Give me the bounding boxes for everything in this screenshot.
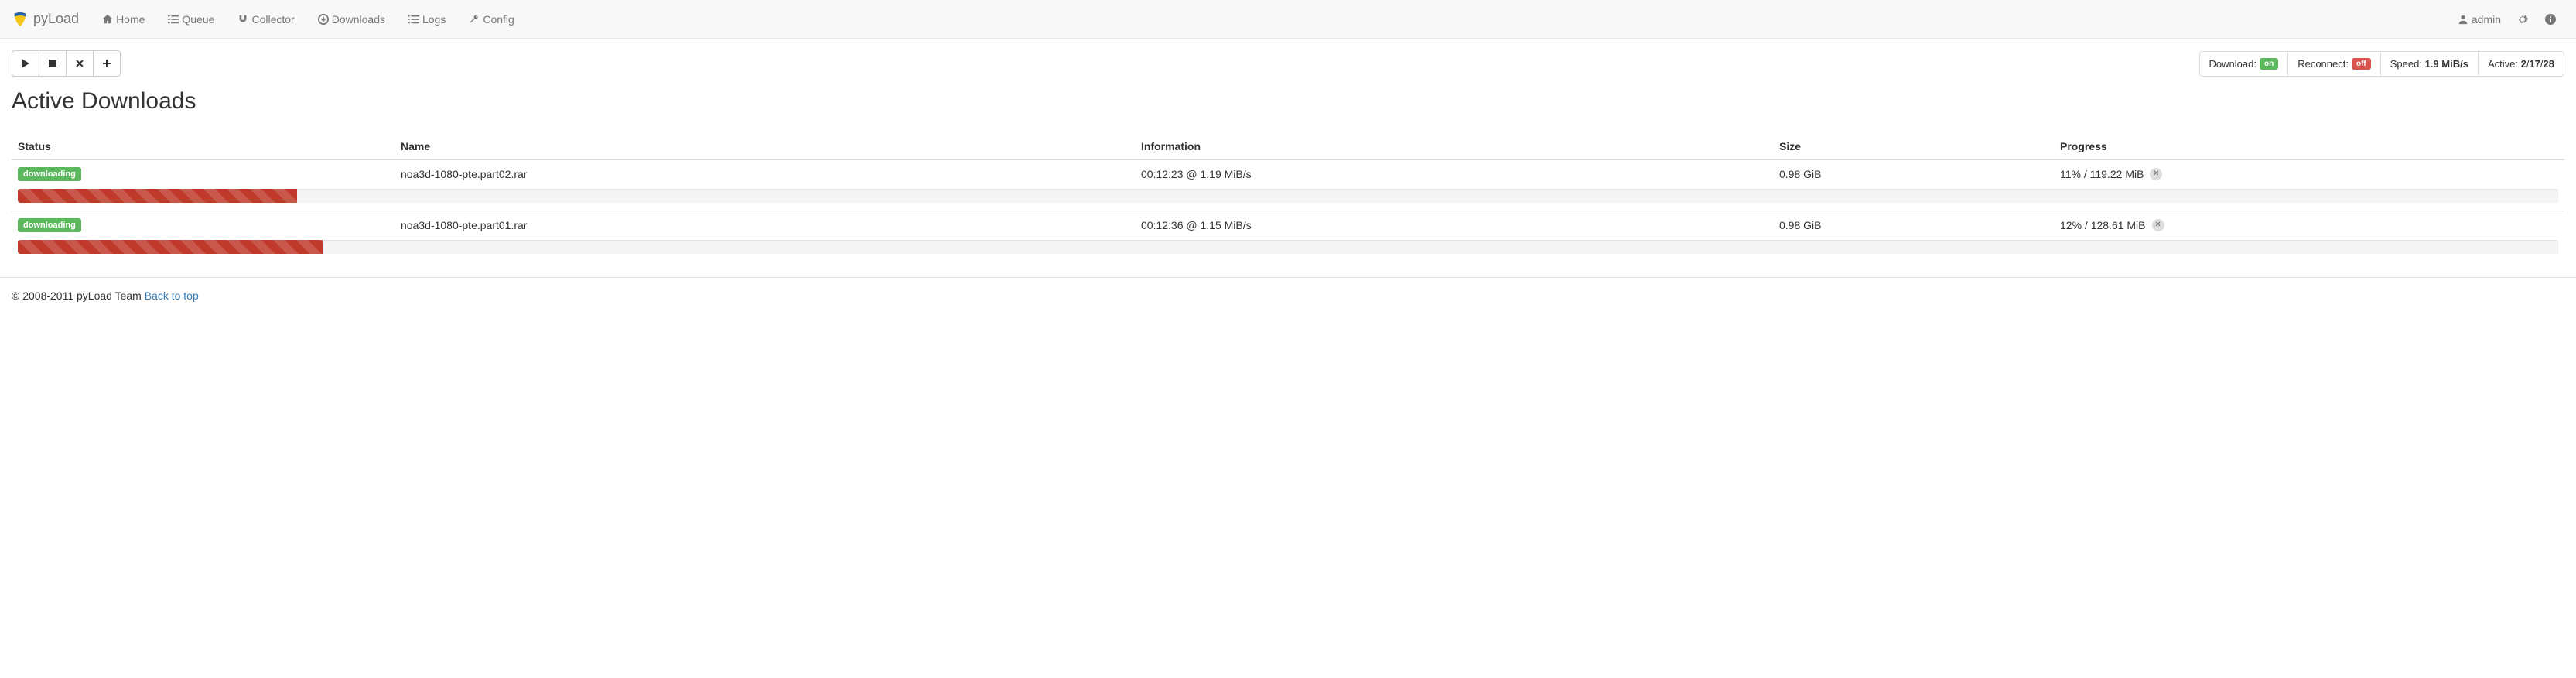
active-status: Active: 2 / 17 / 28 [2479,51,2564,77]
play-button[interactable] [12,50,39,77]
download-progress-text: 12% / 128.61 MiB [2060,219,2146,231]
brand-link[interactable]: pyLoad [12,11,91,28]
play-icon [22,59,29,68]
list-icon [168,14,179,25]
status-badge: downloading [18,218,81,232]
settings-button[interactable] [2509,2,2537,37]
add-button[interactable] [93,50,121,77]
cancel-button[interactable] [66,50,94,77]
nav-logs[interactable]: Logs [397,2,457,37]
col-status: Status [12,134,395,159]
nav-home[interactable]: Home [91,2,156,37]
cancel-download-icon[interactable]: ✕ [2150,168,2162,180]
nav-config[interactable]: Config [457,2,525,37]
nav-queue-label: Queue [182,13,214,26]
nav-downloads-label: Downloads [332,13,385,26]
download-icon [318,14,329,25]
footer-copyright: © 2008-2011 pyLoad Team [12,289,145,302]
progress-bar [18,189,2558,203]
downloads-table: Status Name Information Size Progress do… [12,134,2564,262]
user-menu[interactable]: admin [2450,2,2509,37]
info-button[interactable] [2537,2,2564,37]
table-row: downloading noa3d-1080-pte.part01.rar00:1… [12,211,2564,239]
active-label: Active: [2488,58,2518,70]
download-size: 0.98 GiB [1773,211,2054,239]
nav-logs-label: Logs [422,13,446,26]
nav-collector-label: Collector [251,13,294,26]
progress-bar-fill [18,240,323,254]
nav-downloads[interactable]: Downloads [306,2,397,37]
progress-bar-row [12,187,2564,211]
download-progress-text: 11% / 119.22 MiB [2060,168,2144,180]
control-button-group [12,50,121,77]
download-name: noa3d-1080-pte.part01.rar [395,211,1135,239]
logs-icon [408,14,419,25]
table-row: downloading noa3d-1080-pte.part02.rar00:1… [12,159,2564,187]
download-info: 00:12:23 @ 1.19 MiB/s [1135,159,1773,187]
download-name: noa3d-1080-pte.part02.rar [395,159,1135,187]
active-total: 17 [2529,58,2540,70]
stop-button[interactable] [39,50,67,77]
back-to-top-link[interactable]: Back to top [145,289,199,302]
nav-right: admin [2450,2,2564,37]
home-icon [102,14,113,25]
status-boxes: Download: on Reconnect: off Speed: 1.9 M… [2199,51,2564,77]
download-info: 00:12:36 @ 1.15 MiB/s [1135,211,1773,239]
download-status-badge: on [2260,58,2278,70]
col-information: Information [1135,134,1773,159]
nav-home-label: Home [116,13,145,26]
reconnect-status-label: Reconnect: [2298,58,2349,70]
user-icon [2458,14,2468,25]
magnet-icon [237,14,248,25]
download-status-label: Download: [2209,58,2257,70]
nav-queue[interactable]: Queue [156,2,226,37]
stop-icon [49,60,56,67]
col-progress: Progress [2054,134,2564,159]
speed-value: 1.9 MiB/s [2425,58,2468,70]
toolbar-row: Download: on Reconnect: off Speed: 1.9 M… [0,39,2576,88]
nav-links: Home Queue Collector Downloads Logs Conf… [91,2,2450,37]
status-badge: downloading [18,167,81,181]
reconnect-status-badge: off [2352,58,2371,70]
reconnect-status[interactable]: Reconnect: off [2288,51,2381,77]
speed-label: Speed: [2390,58,2422,70]
cancel-download-icon[interactable]: ✕ [2152,219,2164,231]
user-label: admin [2472,13,2501,26]
download-size: 0.98 GiB [1773,159,2054,187]
info-icon [2544,13,2557,26]
active-current: 2 [2521,58,2526,70]
footer: © 2008-2011 pyLoad Team Back to top [0,277,2576,313]
pyload-logo-icon [12,11,29,28]
col-size: Size [1773,134,2054,159]
navbar: pyLoad Home Queue Collector Downloads Lo… [0,0,2576,39]
brand-text: pyLoad [33,11,79,27]
download-status[interactable]: Download: on [2199,51,2289,77]
progress-bar [18,240,2558,254]
col-name: Name [395,134,1135,159]
close-icon [76,60,84,67]
progress-bar-row [12,238,2564,262]
wrench-icon [469,14,480,25]
gear-icon [2516,13,2529,26]
page-title: Active Downloads [0,88,2576,126]
nav-collector[interactable]: Collector [226,2,306,37]
active-queue: 28 [2544,58,2554,70]
plus-icon [103,60,111,67]
nav-config-label: Config [483,13,514,26]
speed-status: Speed: 1.9 MiB/s [2381,51,2479,77]
progress-bar-fill [18,189,297,203]
